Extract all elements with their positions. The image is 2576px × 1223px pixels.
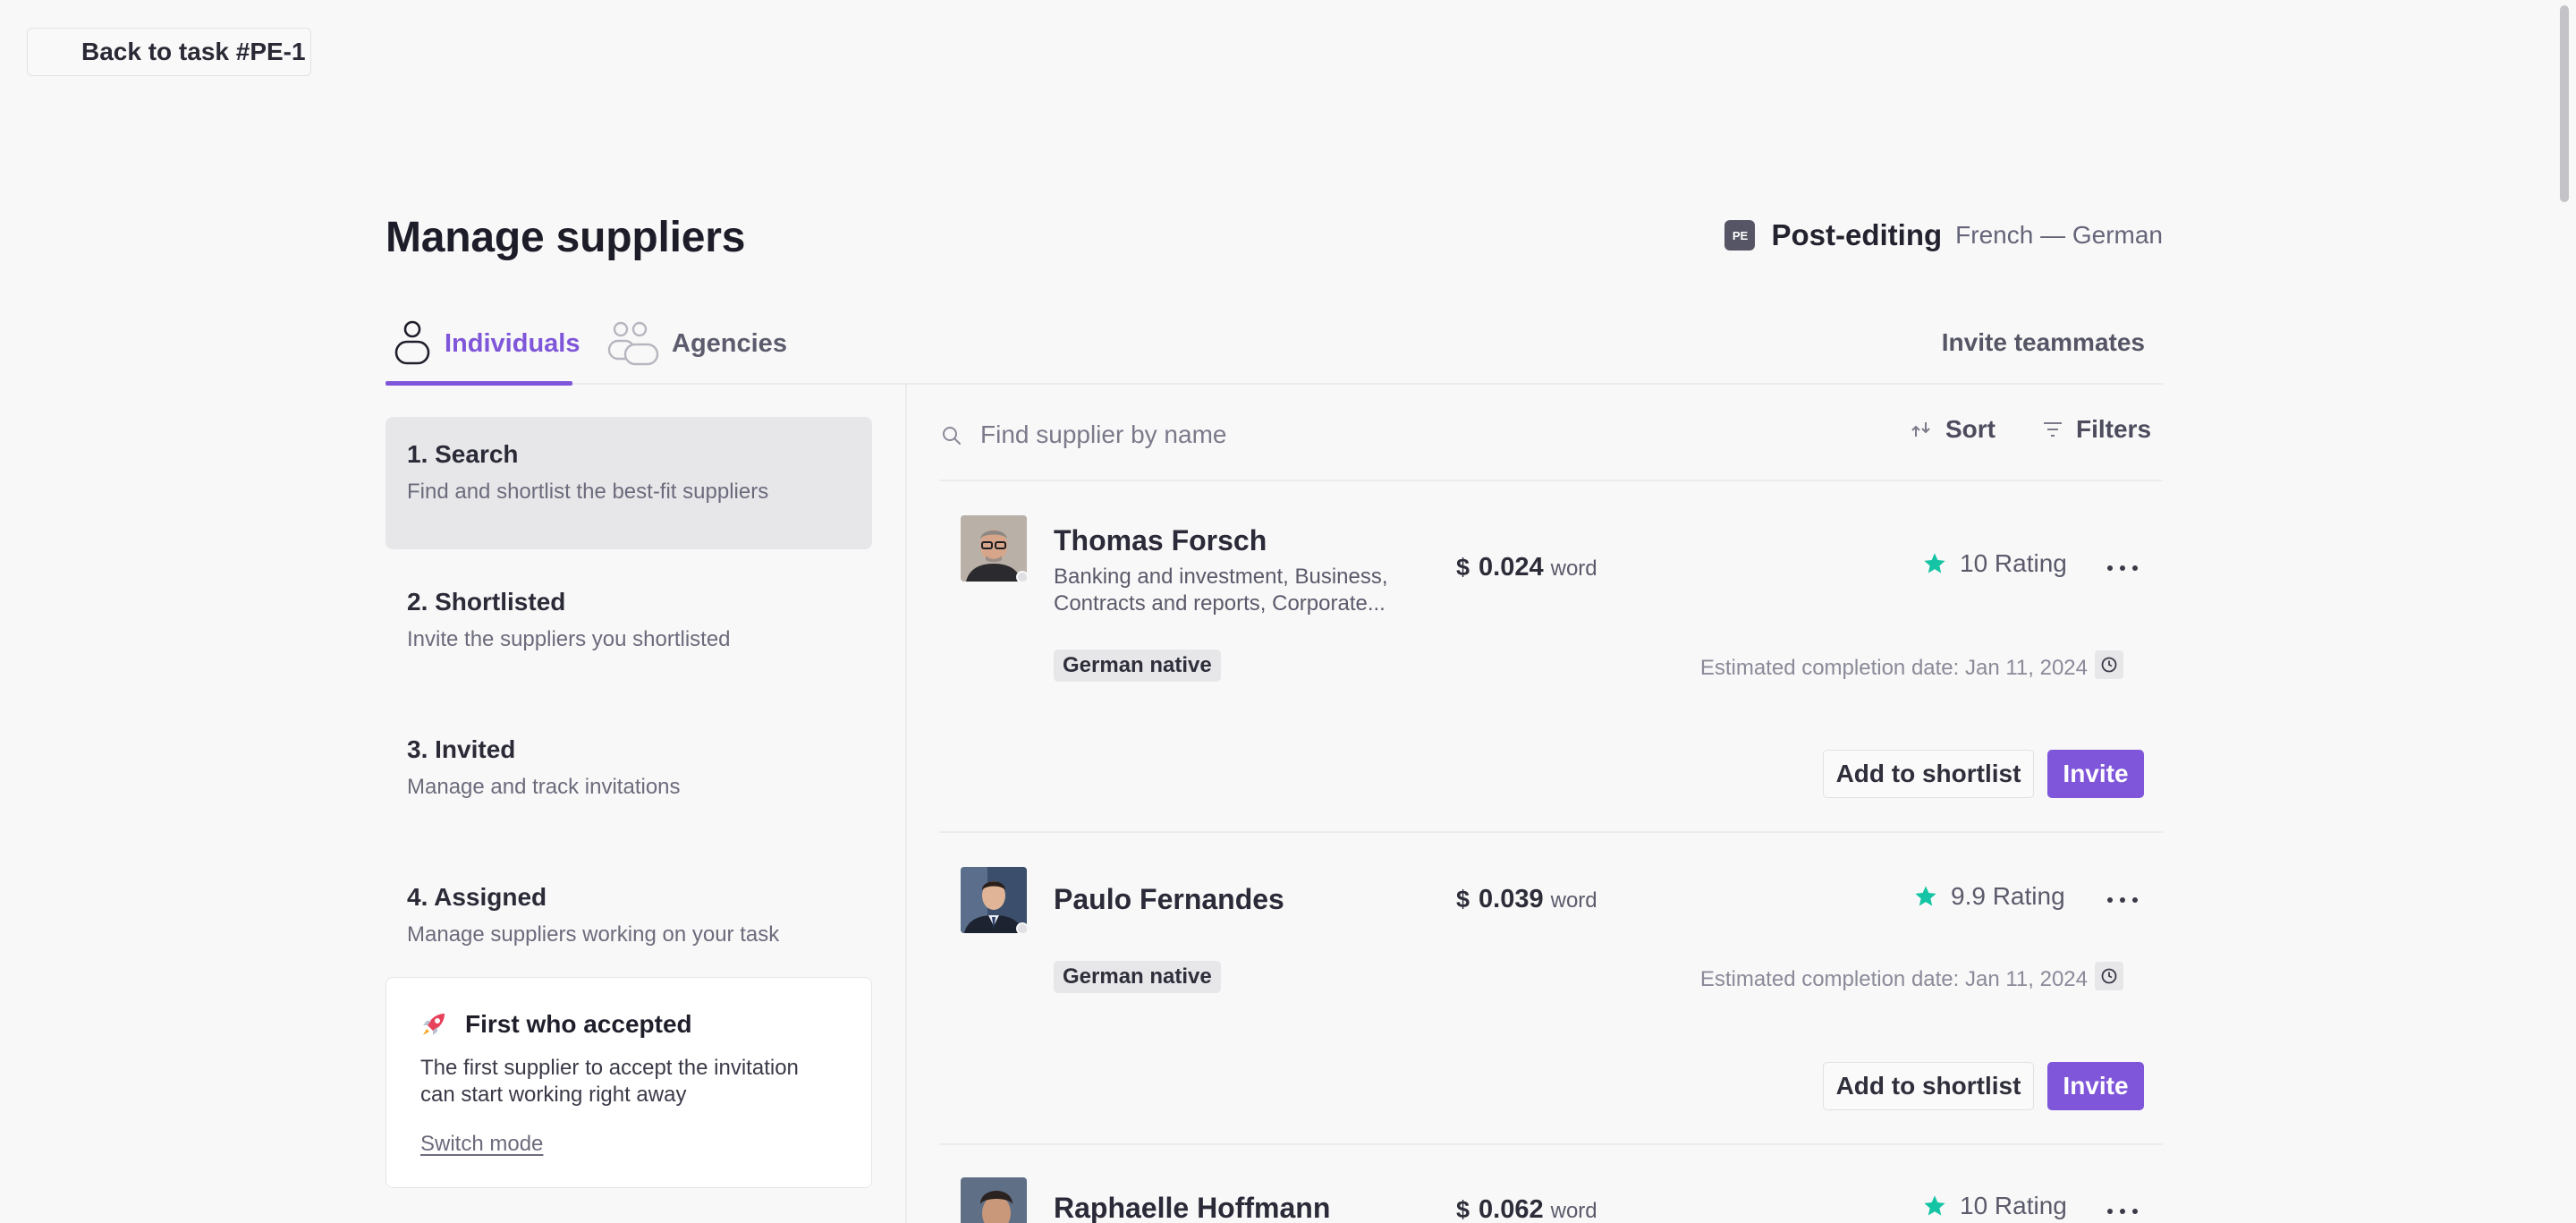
step-invited[interactable]: 3. Invited Manage and track invitations	[386, 712, 872, 845]
supplier-name[interactable]: Raphaelle Hoffmann	[1054, 1192, 1330, 1223]
price-currency: $	[1456, 886, 1470, 913]
task-languages: French — German	[1955, 221, 2163, 249]
assignment-mode-card: First who accepted The first supplier to…	[386, 977, 872, 1188]
avatar-photo	[961, 867, 1027, 933]
mode-title: First who accepted	[465, 1010, 692, 1038]
scrollbar-thumb[interactable]	[2560, 5, 2569, 202]
supplier-name[interactable]: Thomas Forsch	[1054, 524, 1267, 557]
tab-agencies-label: Agencies	[672, 328, 787, 358]
supplier-rating: 9.9 Rating	[1913, 882, 2065, 911]
step-title: 3. Invited	[407, 735, 516, 763]
star-icon	[1924, 553, 1945, 573]
step-desc: Invite the suppliers you shortlisted	[407, 627, 731, 651]
sort-button[interactable]: Sort	[1910, 415, 1996, 444]
more-options-button[interactable]	[2107, 891, 2138, 909]
add-to-shortlist-button[interactable]: Add to shortlist	[1823, 1062, 2034, 1110]
mode-description: The first supplier to accept the invitat…	[420, 1056, 799, 1107]
star-icon	[1924, 1195, 1945, 1216]
page-title: Manage suppliers	[386, 214, 746, 261]
switch-mode-link[interactable]: Switch mode	[420, 1132, 543, 1156]
rating-value: 9.9 Rating	[1951, 882, 2065, 910]
avatar[interactable]	[961, 867, 1027, 933]
search-icon	[943, 427, 961, 445]
back-label: Back to task #PE-1	[81, 38, 306, 65]
more-options-button[interactable]	[2107, 559, 2138, 577]
back-to-task-button[interactable]: Back to task #PE-1	[27, 28, 311, 76]
tab-individuals-label: Individuals	[445, 328, 580, 358]
supplier-card: Thomas Forsch Banking and investment, Bu…	[939, 481, 2163, 833]
mode-title-row: First who accepted	[420, 1010, 837, 1039]
page-scrollbar[interactable]	[2553, 0, 2576, 1223]
native-language-tag: German native	[1054, 650, 1221, 682]
filters-button[interactable]: Filters	[2042, 415, 2151, 444]
price-value: 0.062	[1479, 1195, 1544, 1223]
tab-agencies[interactable]: Agencies	[607, 318, 787, 369]
estimated-completion: Estimated completion date: Jan 11, 2024	[1699, 967, 2088, 991]
clock-icon[interactable]	[2095, 650, 2123, 679]
invite-teammates-button[interactable]: Invite teammates	[1942, 328, 2145, 357]
active-tab-indicator	[386, 381, 572, 386]
task-info: PE Post-editing French — German	[1724, 218, 2163, 252]
price-currency: $	[1456, 554, 1470, 581]
tab-individuals[interactable]: Individuals	[393, 318, 580, 369]
step-title: 4. Assigned	[407, 883, 547, 911]
step-title: 2. Shortlisted	[407, 588, 566, 616]
supplier-card: Paulo Fernandes $ 0.039 word 9.9 Rating …	[939, 833, 2163, 1145]
more-options-button[interactable]	[2107, 1202, 2138, 1220]
invite-button[interactable]: Invite	[2047, 1062, 2144, 1110]
step-shortlisted[interactable]: 2. Shortlisted Invite the suppliers you …	[386, 565, 872, 697]
add-to-shortlist-button[interactable]: Add to shortlist	[1823, 750, 2034, 798]
step-desc: Manage suppliers working on your task	[407, 922, 780, 947]
person-icon	[394, 320, 430, 365]
supplier-price: $ 0.039 word	[1456, 885, 1597, 914]
price-unit: word	[1550, 1199, 1597, 1223]
sort-label: Sort	[1945, 415, 1996, 443]
avatar-photo	[961, 1177, 1027, 1223]
task-type: Post-editing	[1771, 218, 1943, 251]
supplier-price: $ 0.062 word	[1456, 1195, 1597, 1223]
task-type-badge: PE	[1724, 220, 1756, 251]
price-value: 0.024	[1479, 553, 1544, 582]
step-assigned[interactable]: 4. Assigned Manage suppliers working on …	[386, 860, 872, 972]
avatar[interactable]	[961, 1177, 1027, 1223]
step-desc: Manage and track invitations	[407, 775, 681, 799]
sort-icon	[1911, 422, 1930, 437]
supplier-name[interactable]: Paulo Fernandes	[1054, 883, 1284, 916]
online-status-dot	[1016, 571, 1027, 582]
rating-value: 10 Rating	[1960, 1192, 2067, 1219]
price-currency: $	[1456, 1196, 1470, 1223]
price-unit: word	[1550, 888, 1597, 913]
supplier-card: Raphaelle Hoffmann $ 0.062 word 10 Ratin…	[939, 1145, 2163, 1223]
supplier-expertise: Banking and investment, Business, Contra…	[1054, 565, 1388, 616]
group-icon	[607, 321, 659, 366]
step-search[interactable]: 1. Search Find and shortlist the best-fi…	[386, 417, 872, 549]
clock-icon[interactable]	[2095, 962, 2123, 990]
online-status-dot	[1016, 922, 1027, 933]
panel-divider	[905, 385, 907, 1223]
native-language-tag: German native	[1054, 961, 1221, 993]
avatar-photo	[961, 515, 1027, 582]
step-desc: Find and shortlist the best-fit supplier…	[407, 480, 769, 504]
filters-label: Filters	[2076, 415, 2152, 443]
estimated-completion: Estimated completion date: Jan 11, 2024	[1699, 656, 2088, 680]
search-input[interactable]	[979, 419, 1515, 451]
filter-icon	[2044, 422, 2062, 437]
price-value: 0.039	[1479, 885, 1544, 913]
avatar[interactable]	[961, 515, 1027, 582]
invite-button[interactable]: Invite	[2047, 750, 2144, 798]
supplier-rating: 10 Rating	[1922, 1192, 2067, 1220]
rocket-icon	[423, 1014, 445, 1035]
supplier-type-tabs: Individuals Agencies Invite teammates	[386, 304, 2163, 386]
supplier-search-bar: Sort Filters	[939, 413, 2163, 481]
supplier-price: $ 0.024 word	[1456, 553, 1597, 582]
supplier-rating: 10 Rating	[1922, 549, 2067, 578]
star-icon	[1915, 886, 1936, 906]
step-title: 1. Search	[407, 440, 519, 468]
price-unit: word	[1550, 556, 1597, 581]
rating-value: 10 Rating	[1960, 549, 2067, 577]
